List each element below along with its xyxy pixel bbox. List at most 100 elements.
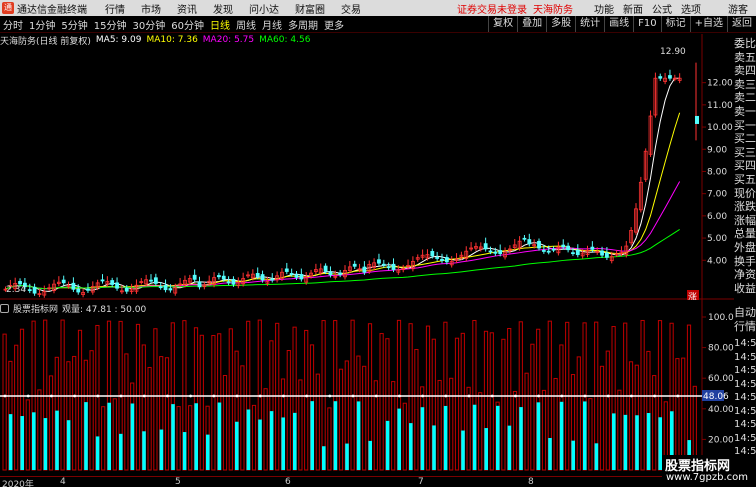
menu-trade[interactable]: 交易 bbox=[341, 1, 361, 16]
indicator-settings-icon[interactable] bbox=[0, 303, 9, 313]
indicator-signal-bar bbox=[322, 446, 326, 470]
indicator-dot bbox=[653, 394, 656, 398]
candle-body bbox=[153, 277, 158, 284]
indicator-current-value: 48.06 bbox=[703, 392, 729, 402]
header-stock-name: 天海防务 bbox=[533, 4, 573, 16]
menu-wealth[interactable]: 财富圈 bbox=[295, 1, 325, 16]
indicator-value: 观量: 47.81 : 50.00 bbox=[62, 304, 147, 315]
indicator-dot bbox=[630, 394, 633, 398]
menu-ask[interactable]: 问小达 bbox=[249, 1, 279, 16]
quote-side-panel: 委比 卖五 卖四 卖三 卖二 卖一 买一 买二 买三 买四 买五 现价 涨跌 涨幅 总量 外盘 换手 净资 收益 自动… bbox=[734, 34, 756, 487]
indicator-signal-bar bbox=[432, 425, 436, 470]
add-watchlist-button[interactable]: +自选 bbox=[689, 16, 727, 32]
indicator-signal-bar bbox=[130, 403, 135, 470]
kline-chart[interactable]: 12.0011.0010.009.008.007.006.005.004.00 … bbox=[0, 34, 734, 300]
indicator-signal-bar bbox=[623, 414, 628, 470]
indicator-bar bbox=[437, 379, 442, 471]
side-quote-label: 买二 bbox=[734, 132, 756, 146]
indicator-signal-bar bbox=[258, 419, 262, 470]
indicator-signal-bar bbox=[43, 418, 48, 470]
indicator-dot bbox=[26, 394, 30, 398]
indicator-signal-bar bbox=[635, 415, 639, 470]
indicator-dot bbox=[189, 394, 193, 398]
side-mode-label[interactable]: 自动 bbox=[734, 306, 756, 319]
period-weekly[interactable]: 周线 bbox=[236, 17, 256, 32]
period-5min[interactable]: 5分钟 bbox=[61, 17, 87, 32]
date-label: 6 bbox=[285, 477, 291, 487]
candle-body bbox=[381, 263, 386, 266]
period-15min[interactable]: 15分钟 bbox=[94, 17, 127, 32]
indicator-chart[interactable]: 100.00 80.00 60.00 40.00 20.00 48.06 bbox=[0, 300, 734, 476]
indicator-dot bbox=[258, 394, 262, 398]
f10-button[interactable]: F10 bbox=[633, 16, 660, 32]
stats-button[interactable]: 统计 bbox=[575, 16, 604, 32]
indicator-signal-bar bbox=[496, 405, 500, 470]
indicator-signal-bar bbox=[571, 440, 575, 470]
price-axis-label: 7.00 bbox=[707, 190, 727, 200]
menu-formula[interactable]: 公式 bbox=[652, 1, 672, 16]
mark-button[interactable]: 标记 bbox=[660, 16, 690, 32]
period-intraday[interactable]: 分时 bbox=[3, 17, 23, 32]
tick-time: 14:5 bbox=[734, 419, 756, 430]
candle-body bbox=[328, 271, 333, 276]
period-1min[interactable]: 1分钟 bbox=[29, 17, 55, 32]
indicator-name[interactable]: 股票指标网 bbox=[13, 302, 58, 315]
menu-news[interactable]: 资讯 bbox=[177, 1, 197, 16]
login-warning[interactable]: 证券交易未登录 bbox=[457, 1, 527, 16]
indicator-bar bbox=[617, 389, 622, 471]
indicator-signal-bar bbox=[107, 402, 111, 470]
menu-discover[interactable]: 发现 bbox=[213, 1, 233, 16]
indicator-bar bbox=[2, 333, 7, 471]
period-60min[interactable]: 60分钟 bbox=[171, 17, 204, 32]
indicator-signal-bar bbox=[182, 432, 187, 470]
side-mode-label[interactable]: 行情 bbox=[734, 320, 756, 333]
ma60-line bbox=[5, 228, 680, 290]
multi-stock-button[interactable]: 多股 bbox=[546, 16, 575, 32]
side-quote-label: 换手 bbox=[734, 254, 756, 268]
menu-function[interactable]: 功能 bbox=[594, 1, 614, 16]
indicator-dot bbox=[537, 394, 540, 398]
indicator-bar bbox=[147, 366, 152, 471]
app-title: 通达信金融终端 bbox=[17, 4, 87, 16]
indicator-signal-bar bbox=[142, 431, 146, 470]
indicator-bar bbox=[188, 405, 193, 471]
candle-body bbox=[695, 115, 699, 124]
indicator-bar bbox=[541, 389, 547, 471]
indicator-dot bbox=[560, 394, 564, 398]
tick-time: 14:5 bbox=[734, 405, 756, 417]
candle-body bbox=[110, 280, 115, 285]
indicator-bar bbox=[211, 335, 216, 471]
indicator-bar bbox=[391, 381, 396, 471]
indicator-bar bbox=[640, 319, 645, 471]
draw-line-button[interactable]: 画线 bbox=[604, 16, 633, 32]
indicator-bar bbox=[112, 398, 117, 471]
indicator-dot bbox=[514, 394, 517, 398]
menu-market[interactable]: 市场 bbox=[141, 1, 161, 16]
back-button[interactable]: 返回 bbox=[727, 16, 756, 32]
menu-options[interactable]: 选项 bbox=[681, 1, 701, 16]
period-more[interactable]: 更多 bbox=[324, 17, 344, 32]
period-daily[interactable]: 日线 bbox=[210, 17, 230, 32]
menu-new-page[interactable]: 新面 bbox=[623, 1, 643, 16]
indicator-bar bbox=[222, 374, 228, 471]
menu-quotes[interactable]: 行情 bbox=[105, 1, 125, 16]
period-monthly[interactable]: 月线 bbox=[262, 17, 282, 32]
candle-body bbox=[124, 287, 129, 292]
indicator-signal-bar bbox=[420, 407, 425, 470]
overlay-button[interactable]: 叠加 bbox=[517, 16, 546, 32]
price-axis-label: 6.00 bbox=[707, 212, 727, 222]
side-quote-label: 净资 bbox=[734, 268, 756, 282]
indicator-bar bbox=[478, 392, 483, 471]
indicator-dot bbox=[235, 394, 239, 398]
candle-body bbox=[221, 275, 226, 280]
candle-body bbox=[537, 240, 541, 249]
main-info-line: 天海防务(日线 前复权) MA5: 9.09 MA10: 7.36 MA20: … bbox=[0, 34, 315, 47]
guest-label[interactable]: 游客 bbox=[728, 1, 748, 16]
indicator-bar bbox=[101, 406, 106, 471]
indicator-bar bbox=[553, 377, 558, 471]
period-multi[interactable]: 多周期 bbox=[288, 17, 318, 32]
indicator-bar bbox=[512, 390, 518, 471]
candle-body bbox=[386, 266, 391, 269]
adjust-button[interactable]: 复权 bbox=[488, 16, 517, 32]
period-30min[interactable]: 30分钟 bbox=[132, 17, 165, 32]
